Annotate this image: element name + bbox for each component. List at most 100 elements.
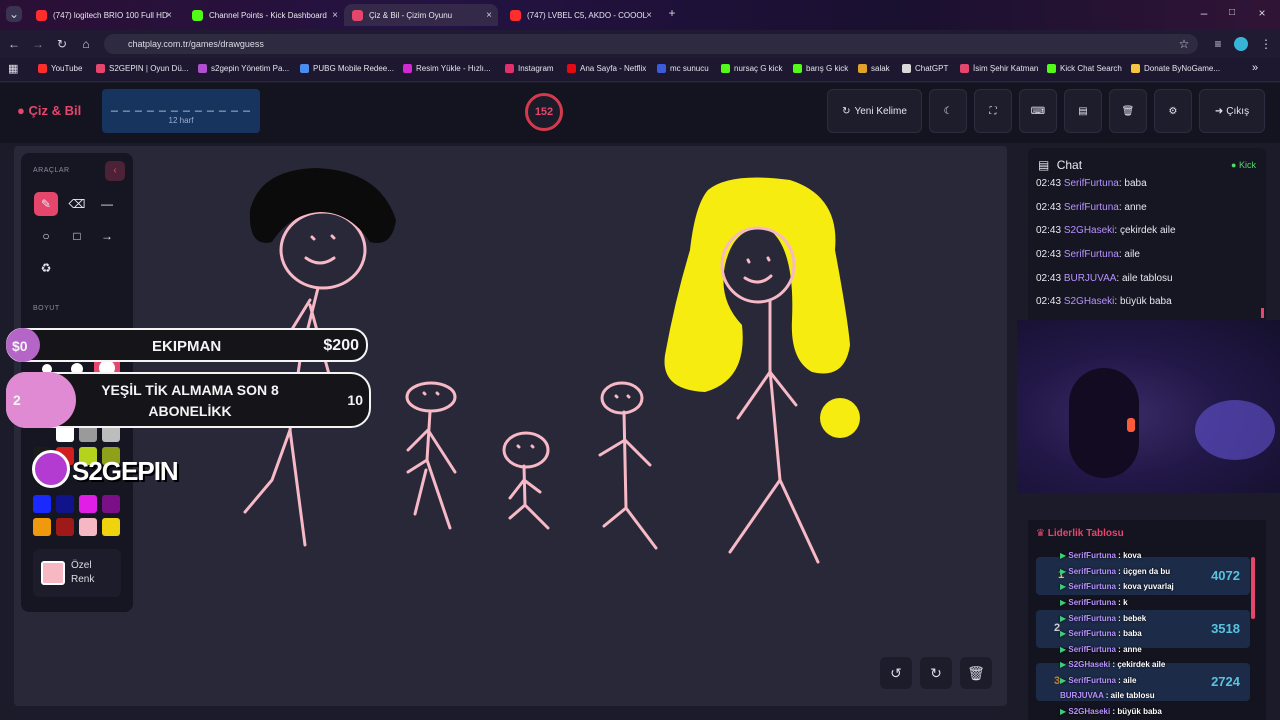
online-dot-icon: ●: [1231, 160, 1237, 170]
crown-icon: ♛: [1036, 528, 1045, 539]
undo-button[interactable]: ↺: [880, 657, 912, 689]
color-swatch[interactable]: [56, 495, 74, 513]
webcam-feed: [1017, 320, 1280, 493]
chat-user[interactable]: SerifFurtuna: [1064, 178, 1119, 189]
stream-chat-text: : üçgen da bu: [1115, 567, 1171, 576]
chat-badge-icon: ▶: [1060, 629, 1067, 638]
color-swatch[interactable]: [79, 518, 97, 536]
equipment-left-value: $0: [12, 338, 28, 354]
stream-chat-text: : çekirdek aile: [1110, 660, 1166, 669]
stream-chat-text: : baba: [1115, 629, 1142, 638]
circle-tool[interactable]: ○: [34, 224, 58, 248]
score: 2724: [1211, 674, 1240, 689]
custom-color-line2: Renk: [71, 574, 95, 585]
chat-message: 02:43 S2GHaseki: çekirdek aile: [1036, 225, 1176, 236]
leaderboard-header: ♛ Liderlik Tablosu: [1036, 528, 1124, 539]
chat-message: 02:43 S2GHaseki: büyük baba: [1036, 296, 1172, 307]
stream-chat-user: S2GHaseki: [1068, 660, 1111, 669]
stream-chat-line: ▶ SerifFurtuna : kova yuvarlaj: [1060, 582, 1174, 591]
color-swatch[interactable]: [79, 495, 97, 513]
brush-tool[interactable]: ✎: [34, 192, 58, 216]
black-hair-stroke: [249, 168, 396, 244]
chat-text: : baba: [1118, 178, 1147, 189]
stream-chat-line: ▶ SerifFurtuna : baba: [1060, 629, 1142, 638]
chat-text: : aile tablosu: [1116, 273, 1173, 284]
stream-chat-text: : k: [1115, 598, 1128, 607]
color-swatch[interactable]: [102, 518, 120, 536]
equipment-right-value: $200: [323, 337, 359, 354]
chat-time: 02:43: [1036, 296, 1062, 307]
leaderboard-scrollbar[interactable]: [1251, 557, 1255, 619]
stream-chat-line: ▶ SerifFurtuna : anne: [1060, 645, 1142, 654]
equipment-label: EKIPMAN: [152, 338, 222, 355]
chat-user[interactable]: BURJUVAA: [1064, 273, 1117, 284]
chat-scrollbar[interactable]: [1261, 308, 1264, 318]
stream-chat-text: : anne: [1115, 645, 1142, 654]
stream-chat-user: SerifFurtuna: [1068, 567, 1116, 576]
brand-text: S2GEPIN: [72, 456, 179, 486]
chat-user[interactable]: S2GHaseki: [1064, 296, 1115, 307]
color-swatch[interactable]: [33, 495, 51, 513]
rectangle-tool[interactable]: □: [65, 224, 89, 248]
chat-message: 02:43 SerifFurtuna: aile: [1036, 249, 1140, 260]
arrow-icon: →: [101, 229, 113, 243]
clear-canvas-button[interactable]: 🗑: [960, 657, 992, 689]
chat-status-label: Kick: [1238, 160, 1256, 170]
stream-chat-line: ▶ SerifFurtuna : üçgen da bu: [1060, 567, 1170, 576]
undo-icon: ↺: [890, 665, 902, 681]
chat-panel: ▤ Chat ● Kick 02:43 SerifFurtuna: baba 0…: [1028, 148, 1266, 320]
collapse-tools-button[interactable]: ‹: [105, 161, 125, 181]
chat-user[interactable]: S2GHaseki: [1064, 225, 1115, 236]
stream-chat-user: SerifFurtuna: [1068, 582, 1116, 591]
chat-badge-icon: ▶: [1060, 707, 1067, 716]
color-swatch[interactable]: [33, 518, 51, 536]
brand-eye-icon: [32, 450, 70, 488]
chat-text: : anne: [1118, 202, 1147, 213]
yellow-hair-stroke: [664, 177, 850, 392]
stream-chat-text: : kova: [1115, 551, 1142, 560]
line-tool[interactable]: —: [95, 192, 119, 216]
fill-bucket-icon: ♻: [40, 261, 52, 275]
stream-chat-line: ▶ SerifFurtuna : k: [1060, 598, 1128, 607]
stream-chat-text: : aile: [1115, 676, 1137, 685]
stream-chat-line: ▶ SerifFurtuna : bebek: [1060, 614, 1146, 623]
fill-tool[interactable]: ♻: [34, 256, 58, 280]
streamer-brand-logo: S2GEPIN: [30, 446, 179, 492]
redo-button[interactable]: ↻: [920, 657, 952, 689]
chat-icon: ▤: [1038, 158, 1050, 172]
chat-text: : büyük baba: [1114, 296, 1172, 307]
stream-chat-user: BURJUVAA: [1060, 691, 1104, 700]
arrow-tool[interactable]: →: [95, 224, 119, 248]
stream-chat-text: : aile tablosu: [1103, 691, 1155, 700]
eraser-icon: ⌫: [68, 197, 86, 211]
equipment-goal-overlay: $0 EKIPMAN $200: [6, 328, 368, 362]
stream-chat-user: SerifFurtuna: [1068, 598, 1116, 607]
stream-chat-user: SerifFurtuna: [1068, 629, 1116, 638]
chat-badge-icon: ▶: [1060, 676, 1067, 685]
subscriber-right-value: 10: [347, 392, 363, 408]
subscriber-goal-label: YEŞİL TİK ALMAMA SON 8 ABONELİKK: [101, 382, 279, 419]
chat-badge-icon: ▶: [1060, 551, 1067, 560]
color-swatch[interactable]: [56, 518, 74, 536]
square-icon: □: [73, 229, 81, 243]
stream-chat-text: : kova yuvarlaj: [1115, 582, 1174, 591]
chat-user[interactable]: SerifFurtuna: [1064, 202, 1119, 213]
chat-user[interactable]: SerifFurtuna: [1064, 249, 1119, 260]
chat-badge-icon: ▶: [1060, 598, 1067, 607]
chat-badge-icon: ▶: [1060, 567, 1067, 576]
stream-chat-line: ▶ S2GHaseki : büyük baba: [1060, 707, 1162, 716]
chat-text: : çekirdek aile: [1114, 225, 1176, 236]
stream-chat-user: SerifFurtuna: [1068, 614, 1116, 623]
chat-status: ● Kick: [1231, 160, 1256, 170]
subscriber-goal-overlay: 2 YEŞİL TİK ALMAMA SON 8 ABONELİKK 10: [6, 372, 371, 428]
eraser-tool[interactable]: ⌫: [65, 192, 89, 216]
chat-time: 02:43: [1036, 249, 1062, 260]
room-light: [1195, 400, 1275, 460]
stream-chat-line: ▶ SerifFurtuna : kova: [1060, 551, 1141, 560]
chat-time: 02:43: [1036, 202, 1062, 213]
custom-color-picker[interactable]: Özel Renk: [33, 549, 121, 597]
color-swatch[interactable]: [102, 495, 120, 513]
stream-chat-line: ▶ SerifFurtuna : aile: [1060, 676, 1136, 685]
chat-badge-icon: ▶: [1060, 645, 1067, 654]
chat-message: 02:43 SerifFurtuna: baba: [1036, 178, 1147, 189]
